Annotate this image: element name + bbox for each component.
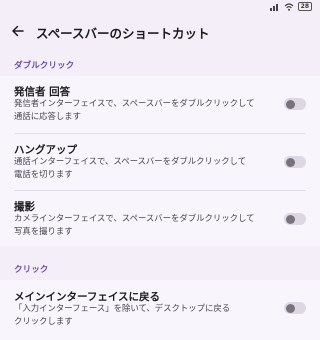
setting-row-return-main[interactable]: メインインターフェイスに戻る 「入力インターフェース」を除いて、デスクトップに戻…	[0, 280, 320, 336]
status-bar: 28	[0, 0, 320, 14]
section-header-click: クリック	[14, 265, 49, 275]
setting-row-capture[interactable]: 撮影 カメラインターフェイスで、スペースバーをダブルクリックして 写真を撮ります	[0, 191, 320, 247]
toggle-knob	[285, 157, 295, 167]
click-card: メインインターフェイスに戻る 「入力インターフェース」を除いて、デスクトップに戻…	[0, 280, 320, 340]
wifi-icon	[284, 2, 294, 11]
app-bar: スペースバーのショートカット	[0, 14, 320, 50]
toggle-knob	[285, 303, 295, 313]
toggle-knob	[285, 99, 295, 109]
setting-description: 「入力インターフェース」を除いて、デスクトップに戻る クリックします	[14, 303, 231, 326]
status-icons: 28	[269, 2, 312, 11]
back-button[interactable]	[0, 14, 36, 50]
answer-call-toggle[interactable]	[284, 98, 306, 110]
setting-description: 通話インターフェイスで、スペースバーをダブルクリックして 電話を切ります	[14, 156, 247, 179]
setting-description: 発信者インターフェイスで、スペースバーをダブルクリックして 通話に応答します	[14, 98, 255, 121]
arrow-back-icon	[11, 23, 25, 42]
page-title: スペースバーのショートカット	[36, 25, 210, 41]
signal-icon	[269, 3, 280, 11]
capture-toggle[interactable]	[284, 213, 306, 225]
return-main-toggle[interactable]	[284, 302, 306, 314]
setting-row-hang-up[interactable]: ハングアップ 通話インターフェイスで、スペースバーをダブルクリックして 電話を切…	[0, 134, 320, 190]
toggle-knob	[285, 214, 295, 224]
hang-up-toggle[interactable]	[284, 156, 306, 168]
battery-icon: 28	[297, 2, 312, 11]
double-click-card: 発信者 回答 発信者インターフェイスで、スペースバーをダブルクリックして 通話に…	[0, 76, 320, 246]
section-header-double-click: ダブルクリック	[14, 61, 75, 71]
setting-description: カメラインターフェイスで、スペースバーをダブルクリックして 写真を撮ります	[14, 213, 255, 236]
setting-row-answer-call[interactable]: 発信者 回答 発信者インターフェイスで、スペースバーをダブルクリックして 通話に…	[0, 76, 320, 132]
